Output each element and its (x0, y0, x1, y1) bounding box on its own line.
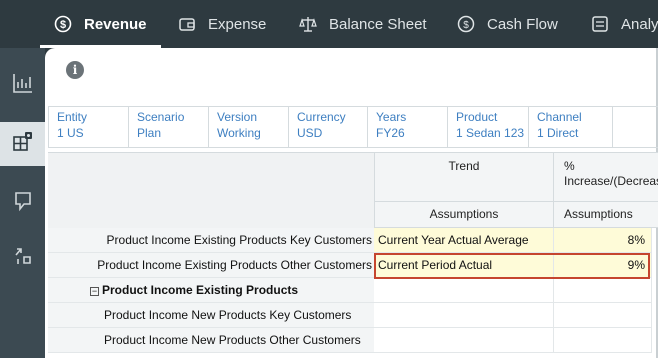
wallet-icon (178, 15, 196, 33)
table-row: Product Income New Products Key Customer… (48, 303, 658, 328)
row-label-parent[interactable]: − Product Income Existing Products (48, 278, 374, 303)
pov-years[interactable]: Years FY26 (368, 107, 448, 147)
chart-icon (12, 72, 34, 99)
pov-version[interactable]: Version Working (209, 107, 289, 147)
svg-text:$: $ (60, 19, 66, 31)
table-row: Product Income New Products Other Custom… (48, 328, 658, 353)
tab-analysis[interactable]: Analy (591, 0, 658, 48)
pct-cell[interactable] (554, 328, 652, 353)
table-row: − Product Income Existing Products (48, 278, 658, 303)
pov-channel[interactable]: Channel 1 Direct (529, 107, 613, 147)
pov-label: Product (456, 110, 498, 124)
tab-balance-sheet[interactable]: Balance Sheet (299, 0, 427, 48)
left-rail (0, 48, 45, 358)
grid-corner (48, 152, 374, 228)
trend-cell[interactable] (374, 328, 554, 353)
pov-label: Currency (297, 110, 346, 124)
tab-label: Expense (208, 15, 267, 33)
pov-value: 1 Direct (537, 126, 579, 140)
pov-bar: Entity 1 US Scenario Plan Version Workin… (48, 106, 658, 148)
svg-text:$: $ (463, 20, 469, 31)
trend-cell[interactable] (374, 278, 554, 303)
pct-cell[interactable]: 8% (554, 228, 652, 253)
grid-form-icon (12, 131, 34, 158)
analysis-icon (591, 15, 609, 33)
collapse-icon[interactable]: − (90, 287, 99, 296)
rail-item-tasks[interactable] (0, 236, 45, 280)
pov-label: Channel (537, 110, 582, 124)
pct-cell[interactable]: 9% (554, 253, 652, 278)
app: $ Revenue Expense Balance Sheet $ Cash F… (0, 0, 658, 358)
tab-label: Cash Flow (487, 15, 558, 33)
pov-value: FY26 (376, 126, 405, 140)
top-nav: $ Revenue Expense Balance Sheet $ Cash F… (0, 0, 658, 48)
tab-label: Analy (621, 15, 658, 33)
tasks-icon (12, 245, 34, 272)
table-row: Product Income Existing Products Key Cus… (48, 228, 658, 253)
pov-currency[interactable]: Currency USD (289, 107, 368, 147)
tab-label: Balance Sheet (329, 15, 427, 33)
col-header-trend[interactable]: Trend (374, 152, 554, 202)
row-label: Product Income New Products Key Customer… (48, 303, 374, 328)
table-row: Product Income Existing Products Other C… (48, 253, 658, 278)
scales-icon (299, 15, 317, 33)
row-label: Product Income Existing Products Key Cus… (48, 228, 374, 253)
revenue-icon: $ (54, 15, 72, 33)
pov-value: USD (297, 126, 323, 140)
trend-cell[interactable]: Current Period Actual (374, 253, 554, 278)
row-label: Product Income Existing Products Other C… (48, 253, 374, 278)
pct-cell[interactable] (554, 303, 652, 328)
content-corner (45, 48, 55, 58)
flag-icon (12, 190, 34, 217)
pov-label: Scenario (137, 110, 185, 124)
cash-flow-icon: $ (457, 15, 475, 33)
sub-header-assumptions: Assumptions (553, 201, 658, 228)
rail-item-forms[interactable] (0, 122, 45, 166)
tab-revenue[interactable]: $ Revenue (40, 0, 160, 48)
rail-item-flags[interactable] (0, 181, 45, 225)
pov-value: 1 Sedan 123 (456, 126, 525, 140)
pov-value: Plan (137, 126, 162, 140)
col-header-pct-increase[interactable]: % Increase/(Decrease) (553, 152, 658, 202)
pov-value: 1 US (57, 126, 84, 140)
rail-item-charts[interactable] (0, 63, 45, 107)
sub-header-assumptions: Assumptions (374, 201, 554, 228)
data-grid: Trend % Increase/(Decrease) Assumptions … (48, 152, 658, 358)
pov-label: Years (376, 110, 407, 124)
pov-product[interactable]: Product 1 Sedan 123 (448, 107, 529, 147)
pov-label: Version (217, 110, 258, 124)
tab-cash-flow[interactable]: $ Cash Flow (457, 0, 558, 48)
info-icon[interactable]: i (66, 61, 84, 79)
row-label: Product Income New Products Other Custom… (48, 328, 374, 353)
pov-value: Working (217, 126, 261, 140)
tab-expense[interactable]: Expense (178, 0, 266, 48)
trend-cell[interactable] (374, 303, 554, 328)
pov-entity[interactable]: Entity 1 US (49, 107, 129, 147)
pov-scenario[interactable]: Scenario Plan (129, 107, 209, 147)
pov-label: Entity (57, 110, 88, 124)
trend-cell[interactable]: Current Year Actual Average (374, 228, 554, 253)
pct-cell[interactable] (554, 278, 652, 303)
tab-label: Revenue (84, 15, 147, 33)
